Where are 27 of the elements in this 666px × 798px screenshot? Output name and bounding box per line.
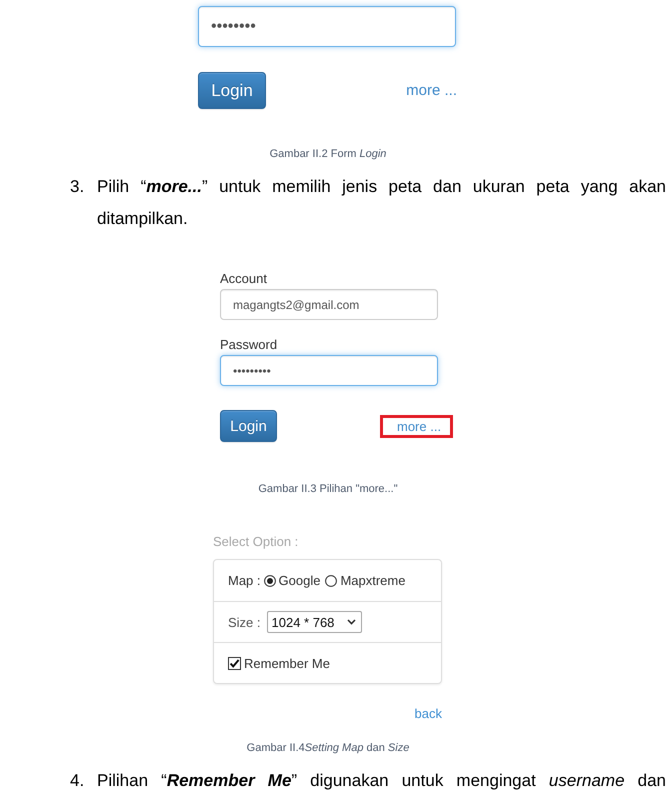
field-label: Account: [220, 271, 267, 287]
input-field[interactable]: magangts2@gmail.com: [220, 289, 438, 320]
figure-caption: Gambar II.4Setting Map dan Size: [246, 742, 410, 754]
input-field[interactable]: •••••••••: [220, 355, 438, 386]
size-select[interactable]: 1024 * 768: [266, 611, 362, 633]
figure-caption: Gambar II.3 Pilihan "more...": [258, 483, 398, 495]
radio-icon[interactable]: [264, 574, 276, 586]
size-label: Size :: [228, 614, 261, 630]
map-label: Map :: [228, 573, 261, 588]
login-button[interactable]: Login: [220, 410, 277, 442]
remember-checkbox[interactable]: Remember Me: [228, 656, 330, 670]
chevron-down-icon: [346, 619, 356, 625]
step-number: 4.: [70, 770, 86, 792]
section-heading: Select Option :: [213, 534, 298, 550]
checkbox-icon[interactable]: [228, 656, 241, 670]
radio-icon[interactable]: [325, 574, 338, 586]
step-text: Pilih “more...” untuk memilih jenis peta dan ukuran peta yang akan ditampilkan.: [97, 176, 666, 230]
field-label: Password: [220, 337, 278, 353]
radio-option[interactable]: Google: [264, 573, 320, 588]
step-number: 3.: [70, 176, 86, 198]
highlighted-more-link[interactable]: more ...: [380, 414, 453, 438]
login-button[interactable]: Login: [198, 72, 266, 109]
more-link[interactable]: more ...: [406, 82, 457, 99]
step-text: Pilihan “Remember Me” digunakan untuk mengingat username dan: [97, 770, 666, 792]
figure-caption: Gambar II.2 Form Login: [270, 148, 386, 160]
password-field[interactable]: ••••••••: [198, 6, 456, 47]
radio-option[interactable]: Mapxtreme: [325, 573, 406, 588]
